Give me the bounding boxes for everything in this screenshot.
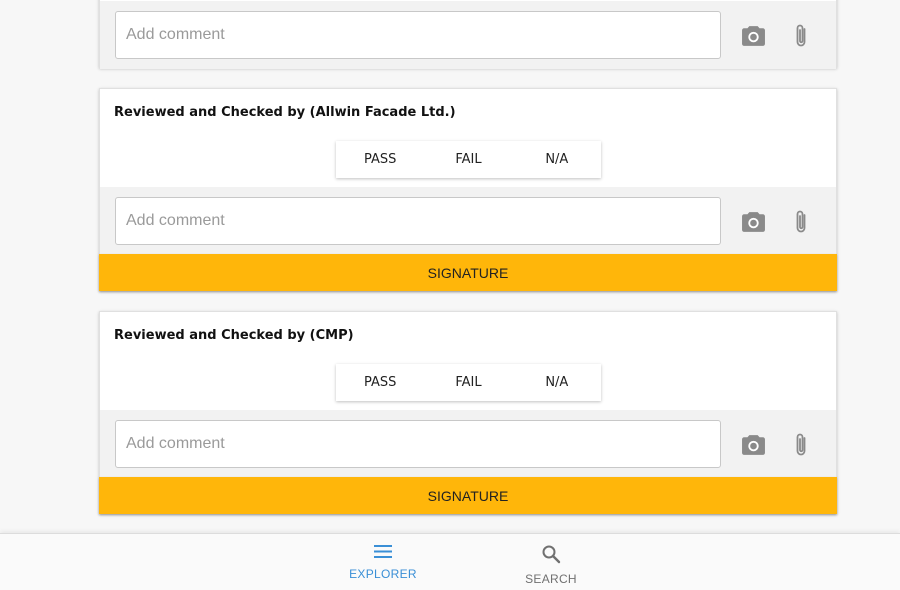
comment-input[interactable] — [115, 420, 721, 468]
checklist-card-partial — [99, 0, 837, 69]
fail-button[interactable]: FAIL — [424, 364, 512, 401]
bottom-navigation: EXPLORER SEARCH — [0, 533, 900, 590]
nav-explorer-label: EXPLORER — [349, 567, 417, 581]
nav-explorer[interactable]: EXPLORER — [343, 544, 423, 581]
pass-button[interactable]: PASS — [336, 364, 424, 401]
comment-area — [100, 410, 836, 478]
comment-area — [100, 1, 836, 69]
search-icon — [541, 544, 561, 569]
nav-search[interactable]: SEARCH — [511, 544, 591, 586]
comment-area — [100, 187, 836, 255]
comment-input[interactable] — [115, 11, 721, 59]
pass-fail-na-selector: PASS FAIL N/A — [336, 141, 601, 178]
menu-icon — [373, 544, 393, 564]
camera-icon[interactable] — [740, 432, 766, 458]
pass-button[interactable]: PASS — [336, 141, 424, 178]
card-title: Reviewed and Checked by (CMP) — [114, 328, 354, 343]
checklist-card-cmp: Reviewed and Checked by (CMP) PASS FAIL … — [99, 311, 837, 514]
paperclip-icon[interactable] — [788, 209, 814, 235]
na-button[interactable]: N/A — [513, 141, 601, 178]
pass-fail-na-selector: PASS FAIL N/A — [336, 364, 601, 401]
paperclip-icon[interactable] — [788, 23, 814, 49]
card-title: Reviewed and Checked by (Allwin Facade L… — [114, 105, 456, 120]
signature-button[interactable]: SIGNATURE — [99, 254, 837, 291]
na-button[interactable]: N/A — [513, 364, 601, 401]
camera-icon[interactable] — [740, 209, 766, 235]
camera-icon[interactable] — [740, 23, 766, 49]
comment-input[interactable] — [115, 197, 721, 245]
signature-button[interactable]: SIGNATURE — [99, 477, 837, 514]
nav-search-label: SEARCH — [525, 572, 577, 586]
checklist-card-allwin: Reviewed and Checked by (Allwin Facade L… — [99, 88, 837, 291]
fail-button[interactable]: FAIL — [424, 141, 512, 178]
paperclip-icon[interactable] — [788, 432, 814, 458]
